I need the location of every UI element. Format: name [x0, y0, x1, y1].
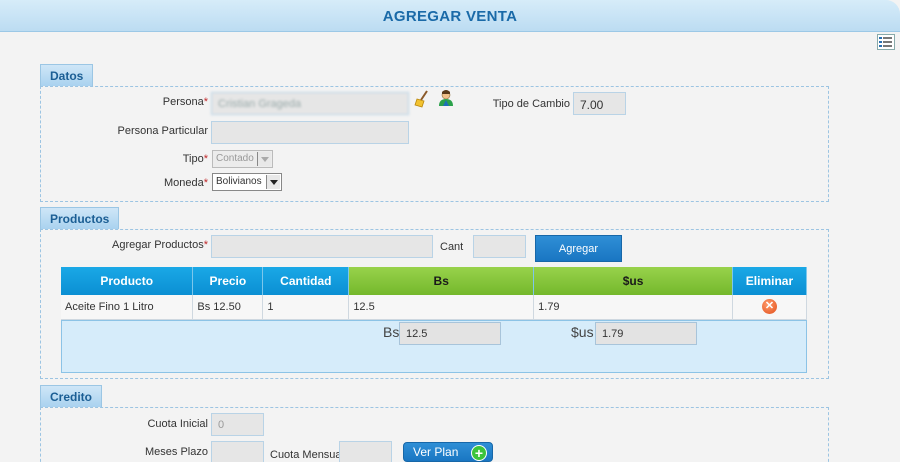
agregar-productos-input[interactable]	[211, 235, 433, 258]
cell-eliminar: ✕	[732, 295, 808, 320]
tipo-label: Tipo*	[182, 153, 208, 165]
table-header-row: Producto Precio Cantidad Bs $us Eliminar	[61, 267, 808, 295]
table-row: Aceite Fino 1 Litro Bs 12.50 1 12.5 1.79…	[61, 295, 808, 320]
ver-plan-button[interactable]: Ver Plan +	[403, 442, 493, 462]
tipo-cambio-field[interactable]: 7.00	[573, 92, 626, 115]
total-usd-label: $us	[571, 324, 594, 340]
section-tab-credito: Credito	[40, 385, 102, 407]
tipo-select-value: Contado	[216, 153, 254, 164]
page-title: AGREGAR VENTA	[382, 8, 518, 25]
section-tab-datos: Datos	[40, 64, 94, 86]
persona-particular-label: Persona Particular	[117, 125, 209, 137]
meses-plazo-label: Meses Plazo	[145, 446, 208, 458]
persona-label: Persona*	[162, 96, 208, 108]
cuota-mensual-field[interactable]	[339, 441, 392, 462]
cell-cantidad: 1	[262, 295, 350, 320]
list-menu-icon[interactable]	[877, 34, 895, 50]
cuota-inicial-field[interactable]: 0	[211, 413, 264, 436]
cuota-inicial-label: Cuota Inicial	[147, 418, 208, 430]
title-bar: AGREGAR VENTA	[0, 0, 900, 32]
ver-plan-label: Ver Plan	[413, 445, 459, 459]
plus-icon: +	[471, 445, 487, 461]
persona-particular-field[interactable]	[211, 121, 409, 144]
total-bs-field[interactable]: 12.5	[399, 322, 501, 345]
user-icon[interactable]	[437, 89, 455, 107]
total-usd-field[interactable]: 1.79	[595, 322, 697, 345]
tipo-select[interactable]: Contado	[212, 150, 273, 168]
column-header-usd[interactable]: $us	[533, 267, 733, 295]
chevron-down-icon	[257, 152, 271, 166]
moneda-select-value: Bolivianos	[216, 176, 262, 187]
cell-usd: 1.79	[533, 295, 733, 320]
productos-table: Producto Precio Cantidad Bs $us Eliminar…	[61, 267, 808, 320]
column-header-bs[interactable]: Bs	[348, 267, 535, 295]
chevron-down-icon	[266, 175, 280, 189]
cant-input[interactable]	[473, 235, 526, 258]
agregar-button[interactable]: Agregar	[535, 235, 622, 262]
column-header-cantidad[interactable]: Cantidad	[262, 267, 350, 295]
total-bs-label: Bs	[383, 324, 400, 340]
column-header-eliminar[interactable]: Eliminar	[732, 267, 808, 295]
agregar-productos-label: Agregar Productos*	[112, 239, 208, 251]
column-header-precio[interactable]: Precio	[192, 267, 264, 295]
broom-clear-icon[interactable]	[414, 90, 431, 108]
persona-field[interactable]: Cristian Grageda	[211, 92, 409, 115]
section-tab-productos: Productos	[40, 207, 120, 229]
moneda-select[interactable]: Bolivianos	[212, 173, 282, 191]
cant-label: Cant	[440, 241, 464, 253]
cell-bs: 12.5	[348, 295, 535, 320]
column-header-producto[interactable]: Producto	[61, 267, 194, 295]
cuota-mensual-label: Cuota Mensual	[270, 449, 344, 461]
meses-plazo-field[interactable]	[211, 441, 264, 462]
moneda-label: Moneda*	[163, 177, 208, 189]
delete-icon[interactable]: ✕	[761, 299, 777, 315]
cell-producto: Aceite Fino 1 Litro	[61, 295, 194, 320]
tipo-cambio-label: Tipo de Cambio	[492, 98, 570, 110]
cell-precio: Bs 12.50	[192, 295, 264, 320]
